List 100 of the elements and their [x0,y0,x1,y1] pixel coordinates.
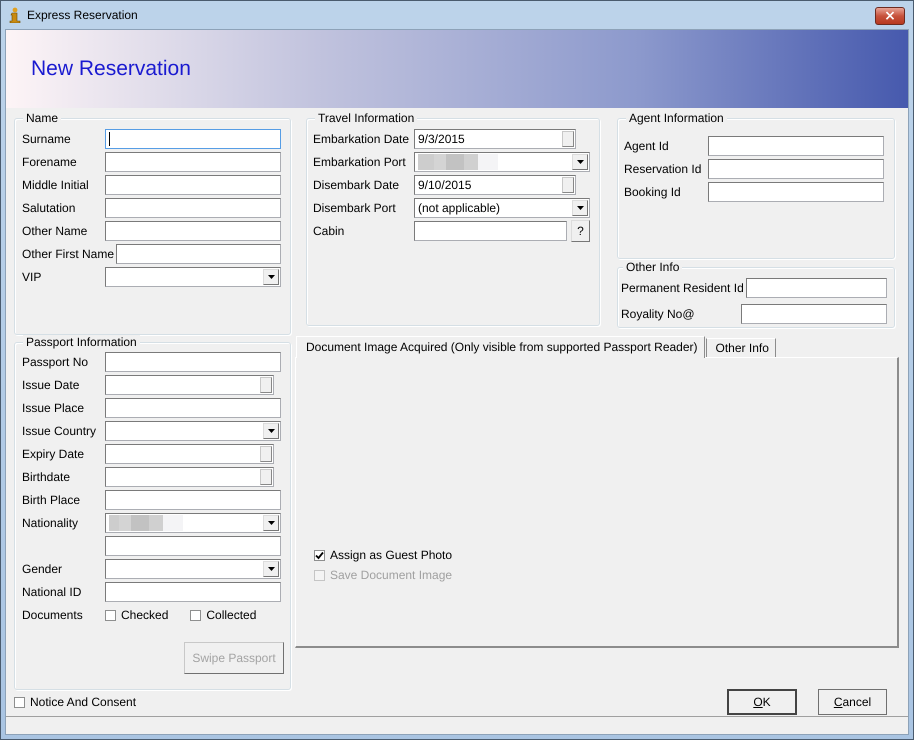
field-label: Documents [22,608,84,622]
dropdown-field[interactable]: (not applicable) [414,198,590,218]
group-title: Name [23,111,62,125]
field-label: VIP [22,270,42,284]
field-label: Birth Place [22,493,82,507]
field-label: Other Name [22,224,88,238]
field-label: Reservation Id [624,162,702,176]
caret-icon [268,275,274,279]
field-value: 9/10/2015 [418,178,472,192]
field-label: Agent Id [624,139,670,153]
group-title: Travel Information [315,111,418,125]
caret-icon [576,206,584,210]
field-label: Embarkation Port [313,155,407,169]
field-label: Permanent Resident Id [621,281,745,295]
dropdown-field[interactable] [414,152,590,172]
text-cursor [109,132,110,146]
checkbox-label: Notice And Consent [30,695,136,710]
field-label: Forename [22,155,78,169]
field-value: 9/3/2015 [418,132,466,146]
tab[interactable]: Other Info [706,338,776,357]
dropdown-button[interactable] [263,269,279,285]
tab[interactable]: Document Image Acquired (Only visible from supported Passport Reader) [296,336,705,358]
checkbox[interactable] [190,610,202,620]
page-title: New Reservation [31,57,191,81]
group-title: Passport Information [23,335,140,349]
field-label: Surname [22,132,72,146]
dropdown-button[interactable] [263,515,279,531]
date-picker-button[interactable] [260,469,272,485]
text-field[interactable] [105,129,281,149]
date-field[interactable] [105,375,274,395]
field-label: Embarkation Date [313,132,410,146]
text-field[interactable] [105,582,281,602]
text-field[interactable] [105,536,281,556]
close-button[interactable]: × [875,7,905,25]
caret-icon [576,160,584,164]
checkbox[interactable] [105,610,116,620]
text-field[interactable] [105,198,281,218]
group-title: Other Info [623,260,682,274]
dropdown-field[interactable] [105,421,281,441]
checkbox-label: Save Document Image [330,568,452,582]
app-icon [9,7,21,23]
field-label: Gender [22,562,64,576]
field-value: (not applicable) [418,201,502,215]
field-label: Salutation [22,201,76,215]
text-field[interactable] [105,175,281,195]
text-field[interactable] [105,152,281,172]
date-picker-button[interactable] [260,446,272,462]
text-field[interactable] [708,159,884,179]
date-picker-button[interactable] [562,177,574,193]
field-label: Passport No [22,355,90,369]
date-field[interactable] [105,467,274,487]
dropdown-field[interactable] [105,559,281,579]
dropdown-button[interactable] [572,200,588,216]
checkbox[interactable] [314,550,325,560]
field-label: Other First Name [22,247,116,261]
text-field[interactable] [105,398,281,418]
checkbox-label: Assign as Guest Photo [330,548,452,562]
date-field[interactable]: 9/10/2015 [414,175,576,195]
field-label: Nationality [22,516,80,530]
text-field[interactable] [105,221,281,241]
date-picker-button[interactable] [562,131,574,147]
dropdown-field[interactable] [105,267,281,287]
field-label: Issue Place [22,401,86,415]
text-field[interactable] [746,278,887,298]
dropdown-field[interactable] [105,513,281,533]
caret-icon [268,521,274,525]
dropdown-button[interactable] [263,423,279,439]
date-field[interactable] [105,444,274,464]
window-title: Express Reservation [27,8,138,22]
lookup-button[interactable]: ? [571,220,590,242]
dialog-button[interactable]: OK [727,689,797,716]
dialog-button[interactable]: Cancel [818,689,887,716]
text-field[interactable] [105,490,281,510]
text-field[interactable] [414,221,567,241]
field-label: Royality No@ [621,307,696,321]
date-field[interactable]: 9/3/2015 [414,129,576,149]
text-field[interactable] [708,182,884,202]
field-label: National ID [22,585,82,599]
caret-icon [268,429,274,433]
checkbox-label: Collected [206,608,256,622]
field-label: Disembark Date [313,178,400,192]
field-label: Issue Country [22,424,98,438]
dropdown-button[interactable] [572,154,588,170]
field-label: Disembark Port [313,201,397,215]
field-label: Birthdate [22,470,72,484]
field-label: Issue Date [22,378,80,392]
field-label: Cabin [313,224,346,238]
text-field[interactable] [708,136,884,156]
checkbox-label: Checked [121,608,168,622]
text-field[interactable] [741,304,887,324]
text-field[interactable] [105,352,281,372]
group-title: Agent Information [626,111,727,125]
dropdown-button[interactable] [263,561,279,577]
text-field[interactable] [116,244,281,264]
field-label: Middle Initial [22,178,90,192]
field-label: Expiry Date [22,447,86,461]
caret-icon [268,567,274,571]
field-label: Booking Id [624,185,682,199]
checkbox[interactable] [14,696,25,708]
date-picker-button[interactable] [260,377,272,393]
